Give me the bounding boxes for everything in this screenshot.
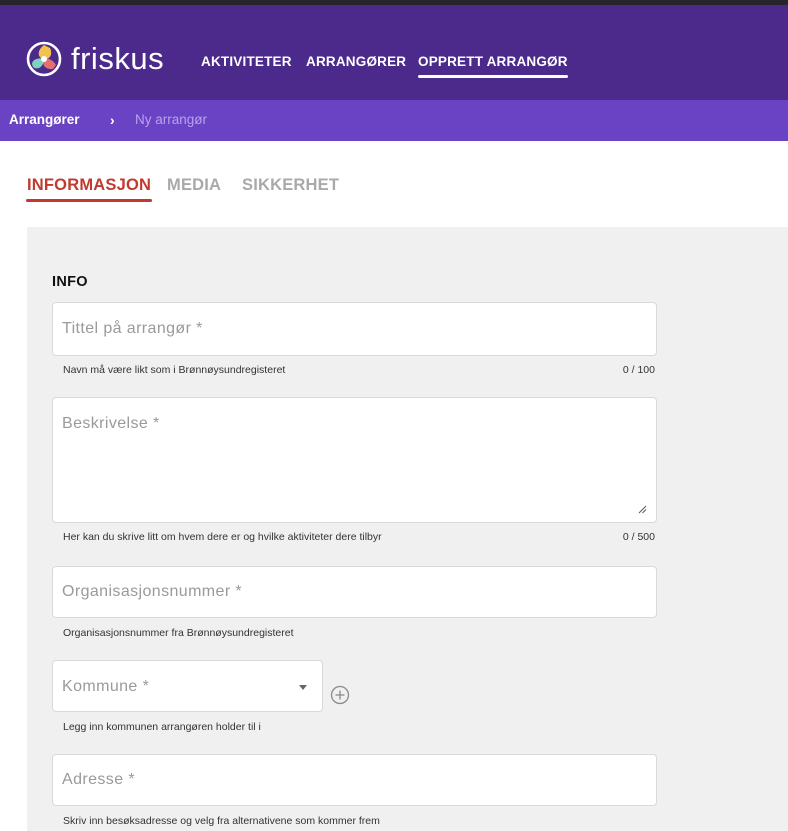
nav-item-aktiviteter[interactable]: AKTIVITETER [201,53,292,71]
top-navigation-bar: friskus AKTIVITETER ARRANGØRER OPPRETT A… [0,0,788,100]
resize-handle-icon[interactable] [637,504,647,514]
title-helper-text: Navn må være likt som i Brønnøysundregis… [63,364,286,376]
description-helper-text: Her kan du skrive litt om hvem dere er o… [63,531,382,543]
tab-media[interactable]: MEDIA [167,175,221,195]
friskus-logo[interactable]: friskus [26,41,164,77]
dropdown-arrow-icon [299,685,307,690]
breadcrumb-chevron-icon: › [110,112,115,128]
breadcrumb-current: Ny arrangør [135,112,208,127]
org-number-input[interactable]: Organisasjonsnummer * [52,566,657,618]
breadcrumb-link-arrangorer[interactable]: Arrangører [9,111,80,129]
title-input-placeholder: Tittel på arrangør * [62,320,203,337]
description-textarea[interactable]: Beskrivelse * [52,397,657,523]
nav-item-opprett-arrangor[interactable]: OPPRETT ARRANGØR [418,53,568,78]
title-char-counter: 0 / 100 [622,364,655,376]
title-input[interactable]: Tittel på arrangør * [52,302,657,356]
address-helper-text: Skriv inn besøksadresse og velg fra alte… [63,815,380,827]
address-placeholder: Adresse * [62,771,135,788]
logo-text: friskus [71,41,165,76]
tab-sikkerhet[interactable]: SIKKERHET [242,175,339,195]
description-placeholder: Beskrivelse * [62,415,160,432]
municipality-select[interactable]: Kommune * [52,660,323,712]
municipality-placeholder: Kommune * [62,678,150,695]
address-input[interactable]: Adresse * [52,754,657,806]
description-char-counter: 0 / 500 [622,531,655,543]
breadcrumb: Arrangører › Ny arrangør [0,100,788,141]
tab-informasjon[interactable]: INFORMASJON [25,175,153,202]
municipality-helper-text: Legg inn kommunen arrangøren holder til … [63,721,261,733]
section-title-info: INFO [52,274,88,290]
friskus-logo-icon [26,41,62,77]
org-number-placeholder: Organisasjonsnummer * [62,583,243,600]
form-panel: INFO Tittel på arrangør * Navn må være l… [27,227,788,831]
add-municipality-plus-circle-icon[interactable] [330,685,350,705]
org-number-helper-text: Organisasjonsnummer fra Brønnøysundregis… [63,627,294,639]
nav-item-arrangorer[interactable]: ARRANGØRER [306,53,406,71]
